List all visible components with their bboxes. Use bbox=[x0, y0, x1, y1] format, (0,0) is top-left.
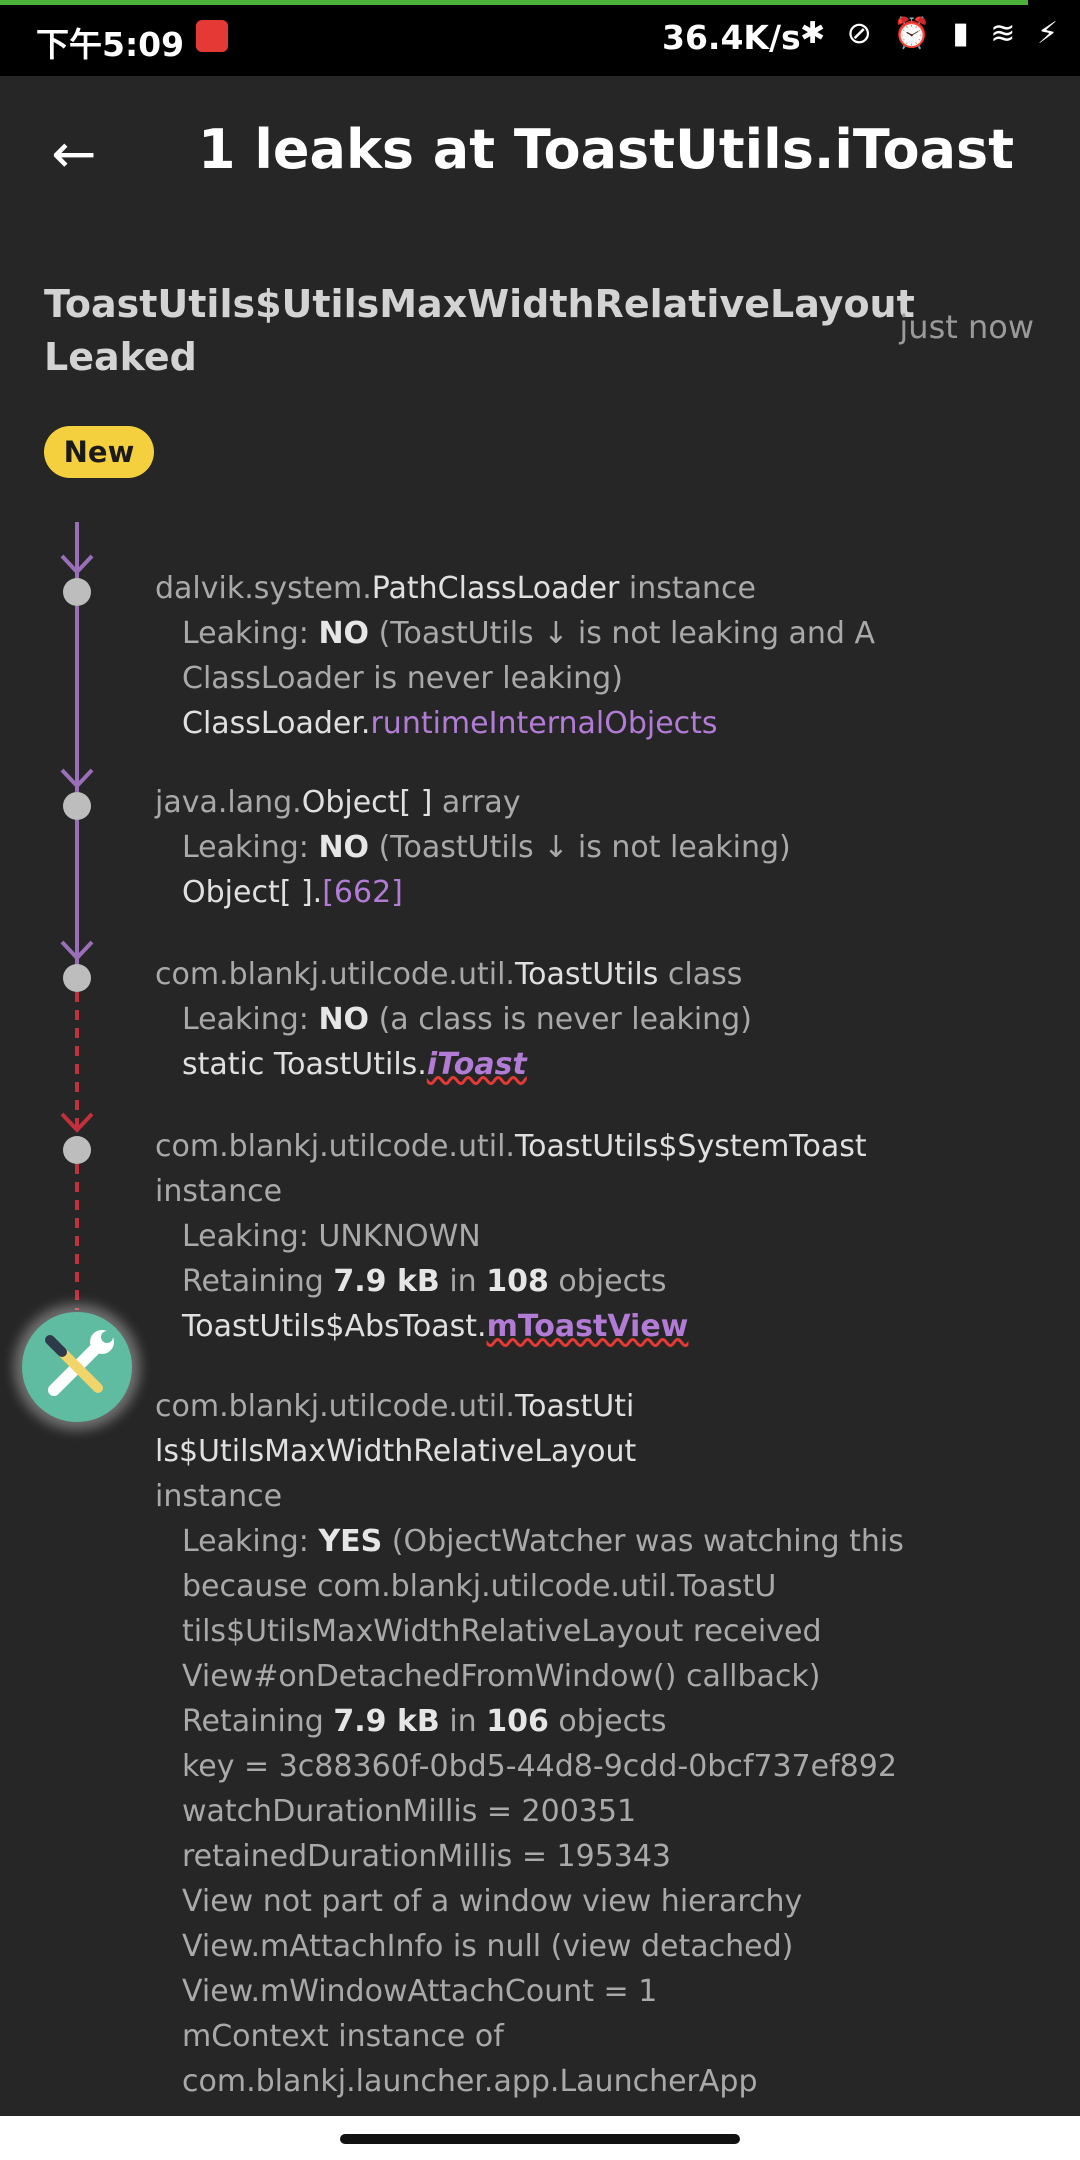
retaining-in: in bbox=[439, 1704, 487, 1739]
node-header: com.blankj.utilcode.util.ToastUtils$Syst… bbox=[155, 1124, 945, 1169]
node-class: PathClassLoader bbox=[371, 571, 620, 606]
trace-node-4[interactable]: com.blankj.utilcode.util.ToastUtils$Syst… bbox=[155, 1124, 945, 1349]
app-bar: ← 1 leaks at ToastUtils.iToast bbox=[0, 76, 1080, 230]
trace-node-3[interactable]: com.blankj.utilcode.util.ToastUtils clas… bbox=[155, 952, 945, 1087]
leaking-reason: (a class is never leaking) bbox=[369, 1002, 752, 1037]
leaking-label: Leaking: bbox=[182, 616, 319, 651]
node-dot bbox=[63, 578, 91, 606]
app-notification-icon bbox=[196, 20, 228, 52]
ref-owner: ToastUtils$AbsToast. bbox=[182, 1309, 487, 1344]
leaking-label: Leaking: bbox=[182, 830, 319, 865]
node-detail: View.mAttachInfo is null (view detached) bbox=[182, 1929, 794, 1964]
node-kind: instance bbox=[155, 1174, 283, 1209]
node-detail: View.mWindowAttachCount = 1 bbox=[182, 1974, 658, 2009]
node-watch-duration: watchDurationMillis = 200351 bbox=[182, 1794, 637, 1829]
node-leaking-status: Leaking: UNKNOWN bbox=[182, 1219, 481, 1254]
node-class: ToastUtils$SystemToast bbox=[514, 1129, 867, 1164]
node-dot bbox=[63, 964, 91, 992]
node-package: com.blankj.utilcode.util. bbox=[155, 1389, 515, 1424]
node-key: key = 3c88360f-0bd5-44d8-9cdd-0bcf737ef8… bbox=[182, 1749, 897, 1784]
node-class-cont: ls$UtilsMaxWidthRelativeLayout bbox=[155, 1434, 637, 1469]
node-retaining: Retaining 7.9 kB in 108 objects bbox=[155, 1259, 945, 1304]
node-kind: class bbox=[658, 957, 743, 992]
navigation-bar bbox=[0, 2116, 1080, 2160]
trace-node-2[interactable]: java.lang.Object[ ] array Leaking: NO (T… bbox=[155, 780, 945, 915]
node-reference: Object[ ].[662] bbox=[155, 870, 945, 915]
leaking-value: NO bbox=[318, 616, 370, 651]
network-speed: 36.4K/s bbox=[662, 18, 801, 57]
retaining-size: 7.9 kB bbox=[333, 1264, 440, 1299]
status-icons: ✱ ⊘ ⏰ ▮ ≋ ⚡ bbox=[800, 16, 1065, 51]
leaking-label: Leaking: bbox=[182, 1002, 319, 1037]
leak-time: just now bbox=[899, 308, 1034, 346]
ref-field: [662] bbox=[322, 875, 403, 910]
node-package: com.blankj.utilcode.util. bbox=[155, 1129, 515, 1164]
node-dot bbox=[63, 792, 91, 820]
retaining-size: 7.9 kB bbox=[333, 1704, 440, 1739]
node-context: mContext instance of com.blankj.launcher… bbox=[182, 2019, 758, 2099]
retaining-in: in bbox=[439, 1264, 487, 1299]
retaining-label: Retaining bbox=[182, 1264, 334, 1299]
leaked-label: Leaked bbox=[44, 335, 197, 379]
node-leaking-status: Leaking: NO (ToastUtils ↓ is not leaking… bbox=[155, 825, 945, 870]
node-header: java.lang.Object[ ] array bbox=[155, 780, 945, 825]
leaking-label: Leaking: bbox=[182, 1524, 319, 1559]
node-class: Object[ ] bbox=[301, 785, 433, 820]
ref-owner: static ToastUtils. bbox=[182, 1047, 427, 1082]
ref-owner: ClassLoader. bbox=[182, 706, 371, 741]
node-package: com.blankj.utilcode.util. bbox=[155, 957, 515, 992]
node-reference: ClassLoader.runtimeInternalObjects bbox=[155, 701, 945, 746]
node-leaking-status: Leaking: NO (ToastUtils ↓ is not leaking… bbox=[155, 611, 945, 701]
node-package: dalvik.system. bbox=[155, 571, 372, 606]
node-reference: static ToastUtils.iToast bbox=[155, 1042, 945, 1087]
leak-summary: ToastUtils$UtilsMaxWidthRelativeLayout L… bbox=[44, 278, 915, 384]
node-leaking-status: Leaking: YES (ObjectWatcher was watching… bbox=[155, 1519, 945, 1699]
node-class: ToastUti bbox=[514, 1389, 635, 1424]
node-retaining: Retaining 7.9 kB in 106 objects bbox=[155, 1699, 945, 1744]
node-leaking-status: Leaking: NO (a class is never leaking) bbox=[155, 997, 945, 1042]
ref-field: runtimeInternalObjects bbox=[370, 706, 718, 741]
node-class: ToastUtils bbox=[514, 957, 659, 992]
ref-field: iToast bbox=[426, 1047, 527, 1082]
leaked-class-name: ToastUtils$UtilsMaxWidthRelativeLayout bbox=[44, 282, 915, 326]
node-dot bbox=[63, 1136, 91, 1164]
retaining-objects: objects bbox=[548, 1704, 667, 1739]
leaking-value: NO bbox=[318, 830, 370, 865]
node-detail: View not part of a window view hierarchy bbox=[182, 1884, 803, 1919]
leaking-reason: (ToastUtils ↓ is not leaking) bbox=[369, 830, 791, 865]
trace-node-1[interactable]: dalvik.system.PathClassLoader instance L… bbox=[155, 566, 945, 746]
node-package: java.lang. bbox=[155, 785, 302, 820]
reference-chain-graphic bbox=[60, 522, 94, 1310]
ref-field: mToastView bbox=[486, 1309, 689, 1344]
node-kind: instance bbox=[155, 1479, 283, 1514]
node-header: com.blankj.utilcode.util.ToastUtils clas… bbox=[155, 952, 945, 997]
home-indicator[interactable] bbox=[340, 2134, 740, 2144]
trace-node-5[interactable]: com.blankj.utilcode.util.ToastUti ls$Uti… bbox=[155, 1384, 945, 2104]
leaking-value: YES bbox=[318, 1524, 383, 1559]
retaining-label: Retaining bbox=[182, 1704, 334, 1739]
node-header: com.blankj.utilcode.util.ToastUti bbox=[155, 1384, 945, 1429]
ref-owner: Object[ ]. bbox=[182, 875, 323, 910]
leaking-value: NO bbox=[318, 1002, 370, 1037]
page-title: 1 leaks at ToastUtils.iToast bbox=[198, 118, 1015, 181]
status-bar: 下午5:09 36.4K/s ✱ ⊘ ⏰ ▮ ≋ ⚡ bbox=[0, 0, 1080, 76]
node-kind: array bbox=[432, 785, 521, 820]
node-retained-duration: retainedDurationMillis = 195343 bbox=[182, 1839, 672, 1874]
node-reference: ToastUtils$AbsToast.mToastView bbox=[155, 1304, 945, 1349]
node-header: dalvik.system.PathClassLoader instance bbox=[155, 566, 945, 611]
wrench-screwdriver-icon-art bbox=[45, 1330, 114, 1396]
node-kind: instance bbox=[619, 571, 756, 606]
wrench-screwdriver-icon[interactable] bbox=[22, 1312, 132, 1422]
retaining-count: 106 bbox=[486, 1704, 549, 1739]
retaining-count: 108 bbox=[486, 1264, 549, 1299]
retaining-objects: objects bbox=[548, 1264, 667, 1299]
